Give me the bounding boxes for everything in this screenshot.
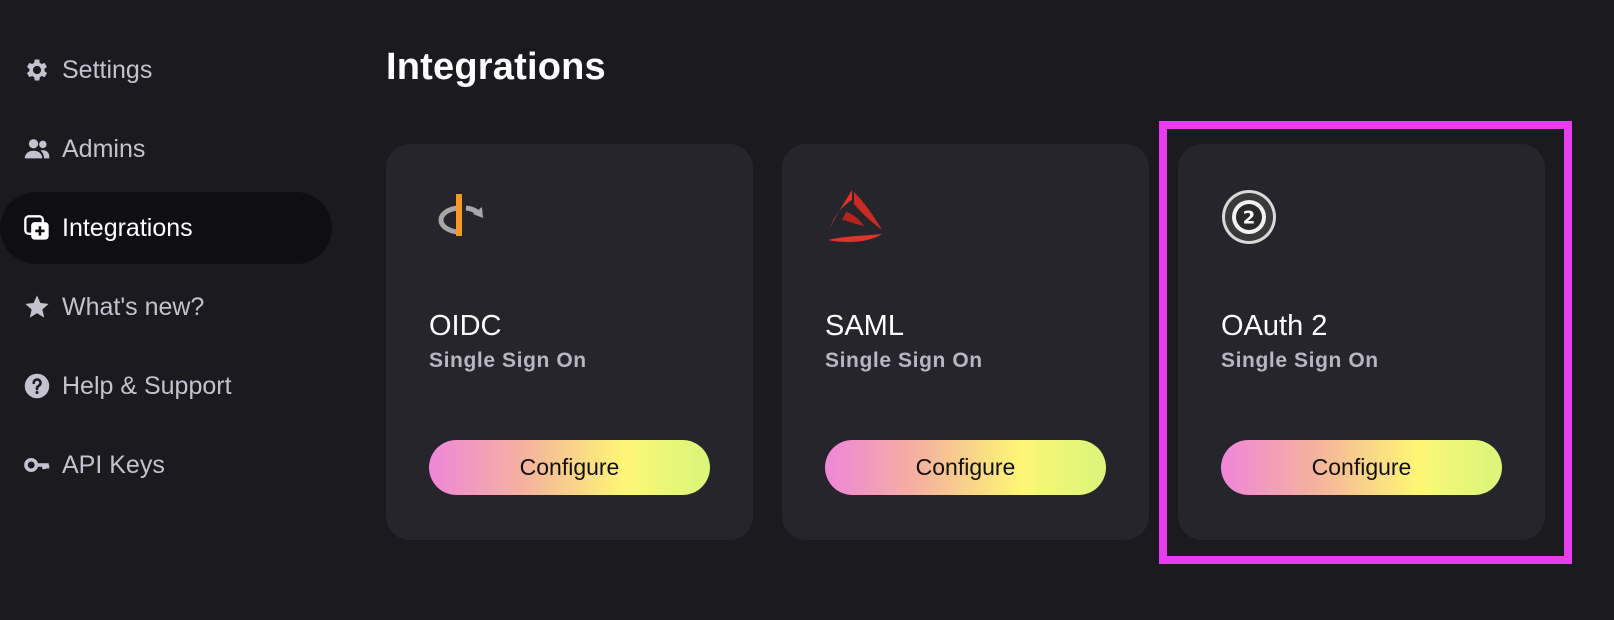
app-root: Settings Admins Integrations What's new?…: [0, 0, 1614, 620]
sidebar-item-label: Integrations: [62, 213, 193, 242]
sidebar-item-label: Settings: [62, 55, 153, 84]
sidebar-item-label: Help & Support: [62, 371, 232, 400]
sidebar-item-label: API Keys: [62, 450, 165, 479]
integration-card-oauth2: 2 OAuth 2 Single Sign On Configure: [1178, 144, 1545, 540]
svg-text:2: 2: [1243, 208, 1256, 229]
card-name: SAML: [825, 310, 904, 342]
configure-button-oidc[interactable]: Configure: [429, 440, 710, 495]
configure-button-oauth2[interactable]: Configure: [1221, 440, 1502, 495]
users-icon: [22, 134, 52, 164]
integration-cards: OIDC Single Sign On Configure SAML Singl…: [386, 144, 1545, 540]
sidebar-item-label: What's new?: [62, 292, 205, 321]
key-icon: [22, 450, 52, 480]
card-name: OIDC: [429, 310, 502, 342]
gear-icon: [22, 55, 52, 85]
page-title: Integrations: [386, 46, 606, 88]
saml-logo: [824, 186, 886, 248]
integrations-icon: [22, 213, 52, 243]
sidebar-item-help-support[interactable]: Help & Support: [0, 350, 332, 422]
star-icon: [22, 292, 52, 322]
sidebar-item-settings[interactable]: Settings: [0, 34, 332, 106]
card-subtitle: Single Sign On: [429, 349, 587, 372]
sidebar-item-label: Admins: [62, 134, 146, 163]
openid-logo: [428, 186, 490, 248]
card-subtitle: Single Sign On: [1221, 349, 1379, 372]
oauth2-logo: 2: [1220, 186, 1282, 248]
sidebar-item-integrations[interactable]: Integrations: [0, 192, 332, 264]
integration-card-saml: SAML Single Sign On Configure: [782, 144, 1149, 540]
sidebar: Settings Admins Integrations What's new?…: [0, 34, 340, 508]
card-subtitle: Single Sign On: [825, 349, 983, 372]
help-icon: [22, 371, 52, 401]
sidebar-item-api-keys[interactable]: API Keys: [0, 429, 332, 501]
configure-button-saml[interactable]: Configure: [825, 440, 1106, 495]
integration-card-oidc: OIDC Single Sign On Configure: [386, 144, 753, 540]
sidebar-item-admins[interactable]: Admins: [0, 113, 332, 185]
sidebar-item-whats-new[interactable]: What's new?: [0, 271, 332, 343]
card-name: OAuth 2: [1221, 310, 1328, 342]
